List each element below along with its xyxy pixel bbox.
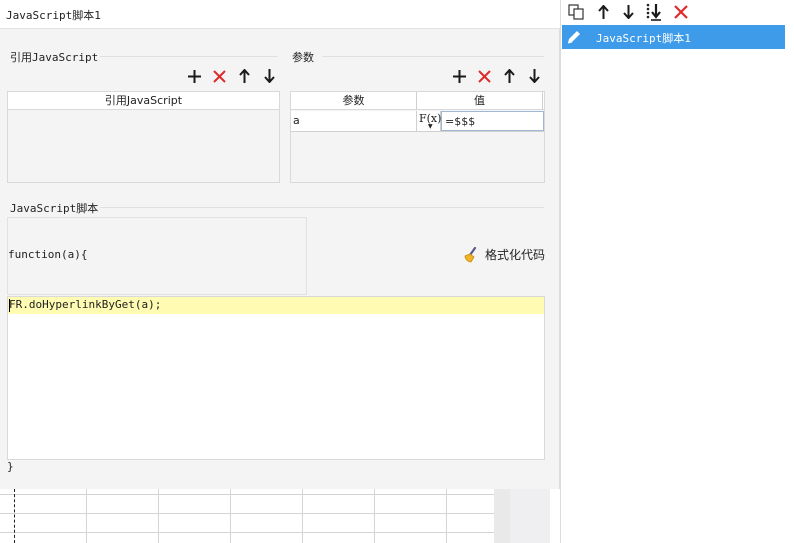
code-semicolon: ; [154, 298, 162, 311]
code-close-paren: ) [148, 298, 155, 311]
move-parameter-down-button[interactable] [525, 67, 543, 85]
list-toolbar [561, 0, 794, 24]
move-reference-down-button[interactable] [260, 67, 278, 85]
parameter-name-cell[interactable]: a [291, 111, 417, 131]
references-table-header: 引用JavaScript [8, 92, 279, 110]
remove-reference-button[interactable] [210, 67, 228, 85]
arrow-down-icon [528, 69, 540, 83]
copy-button[interactable] [567, 3, 585, 21]
move-to-bottom-button[interactable] [645, 3, 663, 21]
function-signature: function(a){ [8, 248, 88, 261]
parameters-table-header: 参数 值 [291, 92, 544, 110]
arrow-up-icon [238, 69, 250, 83]
title-bar: JavaScript脚本1 [0, 0, 560, 29]
hyperlink-list-item[interactable]: JavaScript脚本1 [562, 25, 785, 49]
format-code-button[interactable]: 格式化代码 [463, 246, 545, 263]
background-spreadsheet [0, 489, 560, 543]
grid-line [158, 489, 159, 543]
window-title: JavaScript脚本1 [6, 9, 101, 22]
grid-line [374, 489, 375, 543]
grid-line [230, 489, 231, 543]
section-divider [100, 207, 544, 208]
references-section-label: 引用JavaScript [10, 49, 103, 65]
move-reference-up-button[interactable] [235, 67, 253, 85]
move-bottom-icon [646, 3, 661, 21]
grid-line [0, 494, 494, 495]
code-line: FR.doHyperlinkByGet(a); [9, 298, 161, 311]
add-parameter-button[interactable] [450, 67, 468, 85]
plus-icon [187, 69, 201, 83]
sheet-scroll-area [494, 489, 510, 543]
move-up-button[interactable] [594, 3, 612, 21]
close-icon [674, 5, 688, 19]
copy-icon [568, 4, 584, 20]
parameters-section-label: 参数 [292, 49, 318, 65]
close-icon [212, 69, 226, 83]
move-parameter-up-button[interactable] [500, 67, 518, 85]
grid-line [0, 532, 494, 533]
arrow-up-icon [597, 5, 609, 19]
add-reference-button[interactable] [185, 67, 203, 85]
format-code-label: 格式化代码 [485, 248, 546, 262]
grid-line [0, 513, 494, 514]
arrow-down-icon [622, 5, 634, 19]
column-header-parameter[interactable]: 参数 [291, 92, 417, 110]
column-header-value[interactable]: 值 [417, 92, 543, 110]
function-closing-brace: } [7, 460, 14, 473]
hyperlink-list-panel: JavaScript脚本1 [560, 0, 794, 543]
script-section-label: JavaScript脚本 [10, 200, 103, 216]
code-function-call: FR.doHyperlinkByGet [9, 298, 135, 311]
broom-icon [464, 246, 477, 262]
remove-parameter-button[interactable] [475, 67, 493, 85]
grid-line [86, 489, 87, 543]
hyperlink-item-label: JavaScript脚本1 [596, 32, 691, 45]
edit-pencil-icon [567, 31, 580, 44]
move-down-button[interactable] [619, 3, 637, 21]
grid-line [14, 489, 15, 543]
column-header-reference[interactable]: 引用JavaScript [8, 92, 279, 110]
delete-button[interactable] [672, 3, 690, 21]
parameters-table: 参数 值 a F(x) ▼ =$$$ [290, 91, 545, 183]
hyperlink-editor-panel: JavaScript脚本1 引用JavaScript 引用JavaScript … [0, 0, 560, 489]
plus-icon [452, 69, 466, 83]
arrow-down-icon [263, 69, 275, 83]
section-divider [100, 56, 278, 57]
chevron-down-icon: ▼ [428, 123, 433, 130]
arrow-up-icon [503, 69, 515, 83]
grid-line [446, 489, 447, 543]
sheet-side-area [510, 489, 550, 543]
script-editor[interactable]: FR.doHyperlinkByGet(a); [7, 296, 545, 460]
parameter-value-input[interactable]: =$$$ [441, 111, 544, 131]
section-divider [322, 56, 544, 57]
formula-button[interactable]: F(x) ▼ [417, 111, 441, 131]
close-icon [477, 69, 491, 83]
parameter-row[interactable]: a F(x) ▼ =$$$ [291, 111, 544, 132]
references-table: 引用JavaScript [7, 91, 280, 183]
grid-line [302, 489, 303, 543]
